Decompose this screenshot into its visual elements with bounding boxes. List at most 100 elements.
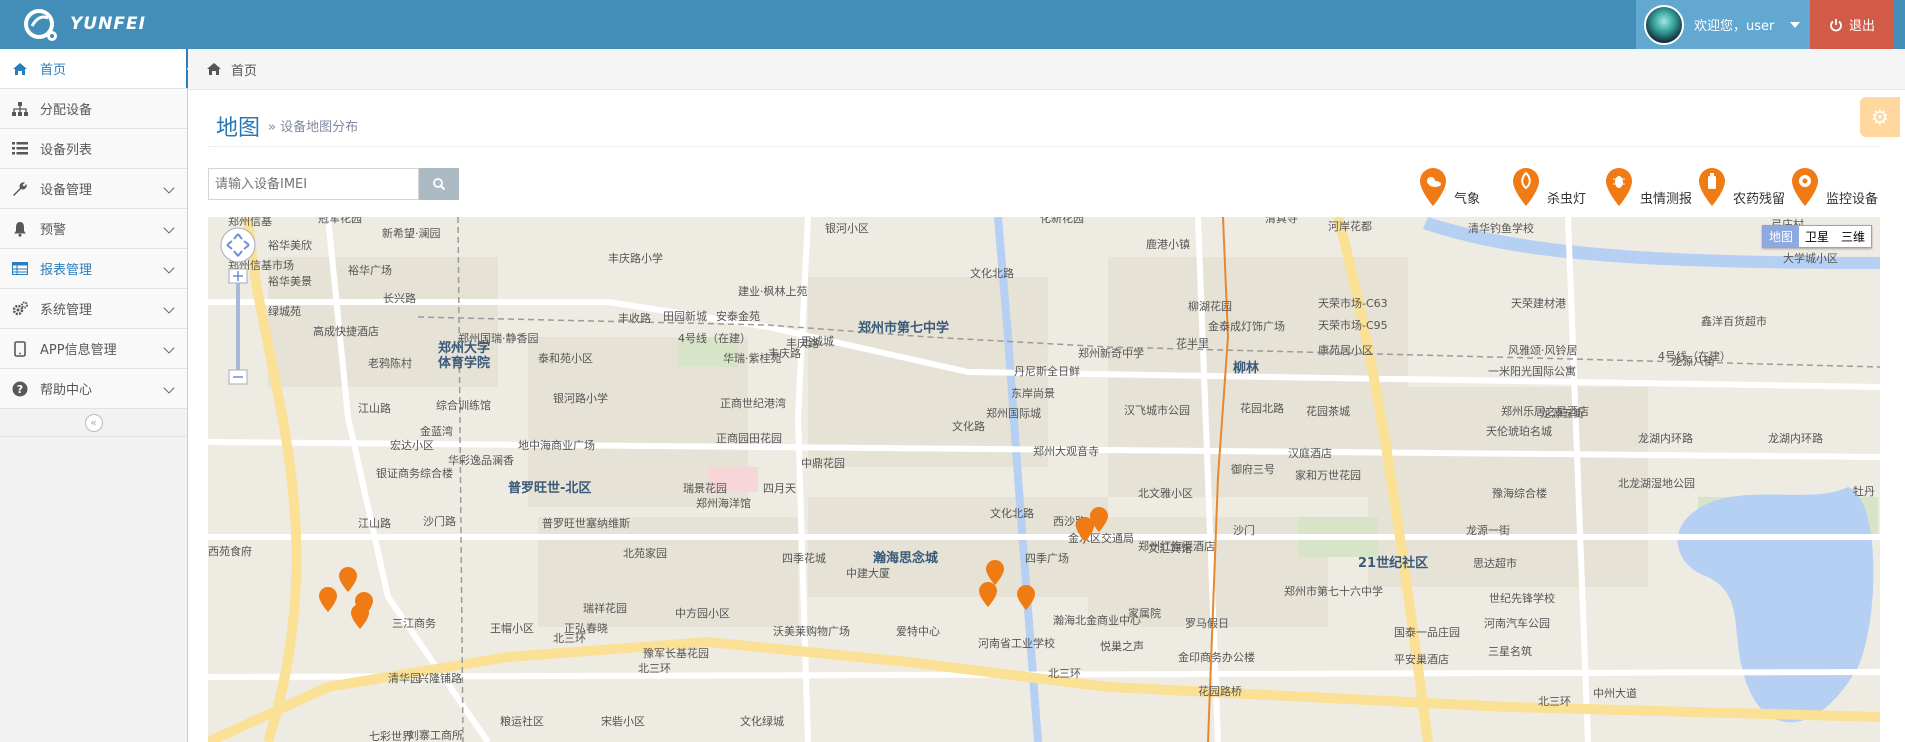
search-button[interactable] [419,168,459,200]
tablet-icon [12,340,28,357]
sidebar-item-label: 预警 [40,223,67,238]
table-icon [12,261,28,277]
search-input[interactable] [208,168,419,200]
map-label: 刘寨工商所 [408,728,463,742]
sidebar-item-device-management[interactable]: 设备管理 [0,169,187,209]
chevron-down-icon [163,342,175,354]
brand-logo[interactable]: YUNFEI [22,6,146,42]
page-title: 地图 [216,114,261,140]
map-type-3d[interactable]: 三维 [1835,226,1871,247]
sidebar-item-label: 设备管理 [40,183,93,198]
lake-water [1677,487,1874,723]
map-label: 北苑家园 [623,546,667,560]
map-label: 银河小区 [825,221,869,235]
map-label: 国泰一品庄园 [1394,625,1460,639]
logout-button[interactable]: 退出 [1810,0,1894,49]
legend-label: 虫情测报 [1640,192,1693,207]
map-label: 金印商务办公楼 [1178,650,1255,664]
pesticide-pin-icon [1699,168,1725,206]
map-label: 花园茶城 [1306,405,1350,418]
device-marker[interactable] [319,587,337,612]
user-menu[interactable]: 欢迎您，user [1636,0,1810,49]
map-label: 普罗旺世-北区 [508,480,591,496]
sidebar-item-label: 系统管理 [40,303,93,318]
device-marker[interactable] [351,604,369,629]
camera-pin-icon [1792,168,1818,206]
sidebar: 首页 分配设备 设备列表 设备管理 预警 报表管理 系统管理 APP信息管理 ?… [0,49,196,742]
sidebar-item-label: APP信息管理 [40,343,117,358]
sidebar-item-app-info[interactable]: APP信息管理 [0,329,187,369]
pan-control[interactable] [220,227,256,263]
device-marker[interactable] [1017,585,1035,610]
device-marker[interactable] [339,567,357,592]
map-label: 平安巢酒店 [1394,652,1449,666]
map-label: 正商园田花园 [716,431,782,445]
map-canvas[interactable]: 郑州大学体育学院郑州市第七中学普罗旺世-北区瀚海思念城 21世纪社区柳林长兴路丰收… [208,217,1880,742]
map-label: 粮运社区 [500,714,544,728]
map-label: 御府三号 [1231,462,1275,476]
home-icon [12,61,28,77]
device-map[interactable]: 郑州大学 体育学院 郑州市第七中学 普罗旺世-北区 瀚海思念城 21世纪社区 柳林 长兴路 丰收… [208,217,1880,742]
map-type-normal[interactable]: 地图 [1762,226,1799,247]
map-label: 龙源一街 [1466,523,1510,537]
map-label: 体育学院 [438,355,490,371]
map-label: 江山路 [358,517,391,530]
map-label: 丰收路 [618,311,651,325]
sidebar-item-alerts[interactable]: 预警 [0,209,187,249]
map-label: 宏达小区 [390,438,434,452]
map-label: 瀚海思念城 [873,550,938,566]
list-icon [12,141,28,157]
map-label: 兴隆铺路 [418,671,462,685]
chevron-down-icon [163,262,175,274]
sidebar-item-help-center[interactable]: ? 帮助中心 [0,369,187,409]
map-label: 沙门 [1233,523,1255,537]
weather-pin-icon [1420,168,1446,206]
map-label: 华瑞·紫桂苑 [723,351,782,365]
sidebar-item-home[interactable]: 首页 [0,49,196,89]
device-search [208,168,459,200]
sidebar-item-system-management[interactable]: 系统管理 [0,289,187,329]
map-label: 老鸦陈村 [368,356,412,370]
map-label: 悦巢之声 [1100,639,1144,653]
map-label: 文化北路 [970,266,1014,280]
power-icon [1830,18,1842,31]
map-label: 4号线（在建） [678,331,751,345]
map-label: 七彩世界 [369,730,413,742]
device-marker[interactable] [979,582,997,607]
map-label: 北文雅小区 [1138,486,1193,500]
map-label: 清华钓鱼学校 [1468,221,1534,235]
map-label: 江山路 [358,402,391,415]
map-type-satellite[interactable]: 卫星 [1799,226,1835,247]
sidebar-item-device-list[interactable]: 设备列表 [0,129,187,169]
map-label: 汉庭酒店 [1288,446,1332,460]
map-label: 四月天 [763,482,796,495]
map-label: 郑州红旗渠酒店 [1138,539,1215,553]
map-label: 龙湖内环路 [1768,431,1823,445]
double-chevron-left-icon[interactable]: « [84,413,103,432]
map-label: 化新花园 [1040,217,1084,225]
brand-text: YUNFEI [70,14,146,34]
map-label: 龙湖内环路 [1638,431,1693,445]
sidebar-item-assign-device[interactable]: 分配设备 [0,89,187,129]
legend-label: 杀虫灯 [1547,192,1587,207]
map-label: 爱特中心 [896,624,940,638]
legend-pest-monitor: 虫情测报 [1604,167,1692,207]
legend-camera: 监控设备 [1790,167,1878,207]
breadcrumb-home[interactable]: 首页 [231,60,257,79]
map-label: 东岸尚景 [1011,386,1055,400]
map-label: 华彩逸品澜香 [448,453,514,467]
avatar [1644,4,1684,45]
sidebar-item-reports[interactable]: 报表管理 [0,249,187,289]
map-label: 裕华美欣 [268,238,312,252]
map-label: 花园路桥 [1198,685,1242,698]
sitemap-icon [12,101,28,117]
map-label: 金泰成灯饰广场 [1208,319,1285,333]
map-label: 建业·枫林上苑 [738,284,808,298]
map-label: 北三环 [638,662,671,675]
map-label: 花半里 [1176,336,1209,350]
page-subtitle: » 设备地图分布 [268,120,359,135]
map-label: 21世纪社区 [1358,555,1428,571]
map-label: 北龙湖湿地公园 [1618,477,1695,490]
settings-gear-button[interactable]: ⚙ [1860,97,1900,137]
map-label: 思达超市 [1473,556,1517,570]
